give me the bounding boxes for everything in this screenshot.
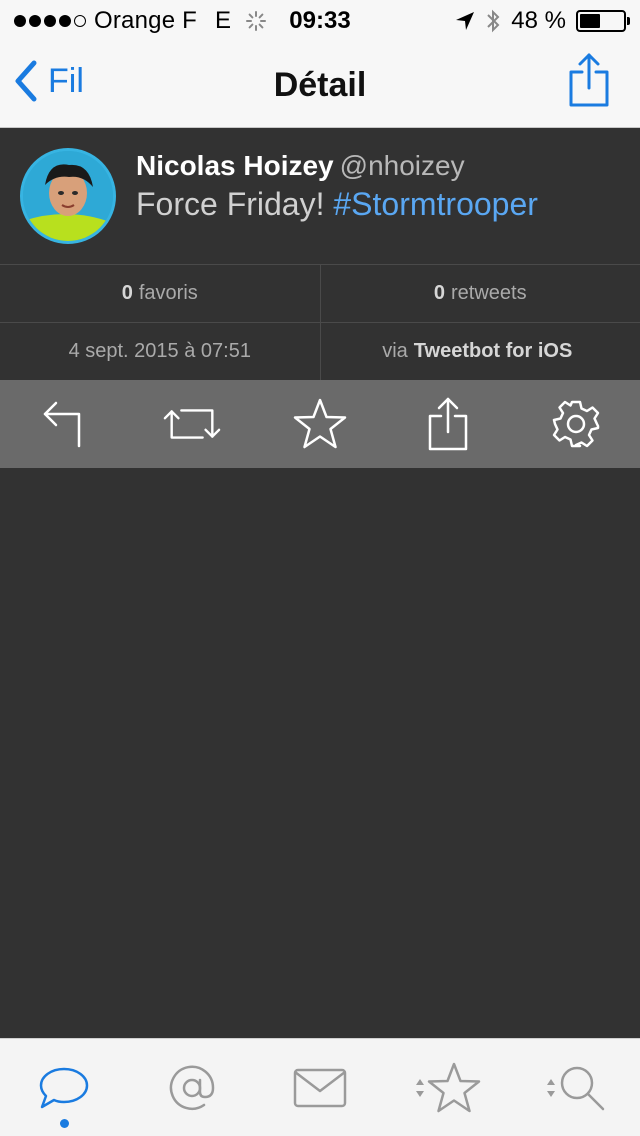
gear-icon[interactable] xyxy=(546,394,606,454)
tab-mentions[interactable] xyxy=(128,1039,256,1136)
tweet-body: Force Friday! xyxy=(136,186,334,222)
tab-timeline[interactable] xyxy=(0,1039,128,1136)
client-name: Tweetbot for iOS xyxy=(413,340,573,362)
tab-favorites[interactable] xyxy=(384,1039,512,1136)
messages-icon xyxy=(293,1068,347,1107)
reply-icon[interactable] xyxy=(34,394,94,454)
page-title: Détail xyxy=(273,66,367,104)
stats-row: 0 favoris 0 retweets xyxy=(0,264,640,322)
sort-arrows-icon xyxy=(547,1078,555,1097)
tab-bar xyxy=(0,1038,640,1136)
tweet-timestamp: 4 sept. 2015 à 07:51 xyxy=(68,340,251,362)
tweet-actions-toolbar xyxy=(0,380,640,468)
bluetooth-icon xyxy=(487,9,500,33)
avatar[interactable] xyxy=(20,148,116,244)
meta-row: 4 sept. 2015 à 07:51 via Tweetbot for iO… xyxy=(0,322,640,380)
battery-percent: 48 % xyxy=(511,7,566,34)
timeline-icon xyxy=(39,1067,89,1108)
via-prefix: via xyxy=(382,340,408,362)
retweets-count-button[interactable]: 0 retweets xyxy=(319,265,640,322)
star-icon[interactable] xyxy=(290,394,350,454)
author-handle: @nhoizey xyxy=(339,150,465,181)
hashtag-link[interactable]: #Stormtrooper xyxy=(333,186,538,222)
tweet-author[interactable]: Nicolas Hoizey @nhoizey xyxy=(136,150,465,182)
tab-messages[interactable] xyxy=(256,1039,384,1136)
share-icon[interactable] xyxy=(418,394,478,454)
navigation-bar: Fil Détail xyxy=(0,40,640,128)
mentions-icon xyxy=(169,1065,215,1110)
battery-icon xyxy=(576,10,630,32)
tab-search[interactable] xyxy=(512,1039,640,1136)
favorites-count: 0 xyxy=(121,282,133,304)
tweet-date: 4 sept. 2015 à 07:51 xyxy=(0,323,320,380)
retweets-count: 0 xyxy=(433,282,446,304)
avatar-image xyxy=(23,151,113,241)
status-bar: Orange F E 09:33 48 % xyxy=(0,0,640,40)
sort-arrows-icon xyxy=(416,1078,424,1097)
retweet-icon[interactable] xyxy=(162,394,222,454)
favorites-label: favoris xyxy=(138,282,198,304)
favorites-count-button[interactable]: 0 favoris xyxy=(0,265,320,322)
author-name: Nicolas Hoizey xyxy=(136,150,334,181)
status-right: 48 % xyxy=(455,7,630,35)
active-tab-indicator xyxy=(59,1119,69,1128)
tweet-source[interactable]: via Tweetbot for iOS xyxy=(319,323,640,380)
tweet-detail: Nicolas Hoizey @nhoizey Force Friday! #St… xyxy=(0,128,640,264)
tweet-text: Force Friday! #Stormtrooper xyxy=(136,186,538,223)
share-button[interactable] xyxy=(568,52,610,108)
search-icon xyxy=(560,1066,605,1110)
location-arrow-icon xyxy=(456,12,475,30)
favorites-icon xyxy=(427,1062,481,1112)
retweets-label: retweets xyxy=(451,282,527,304)
